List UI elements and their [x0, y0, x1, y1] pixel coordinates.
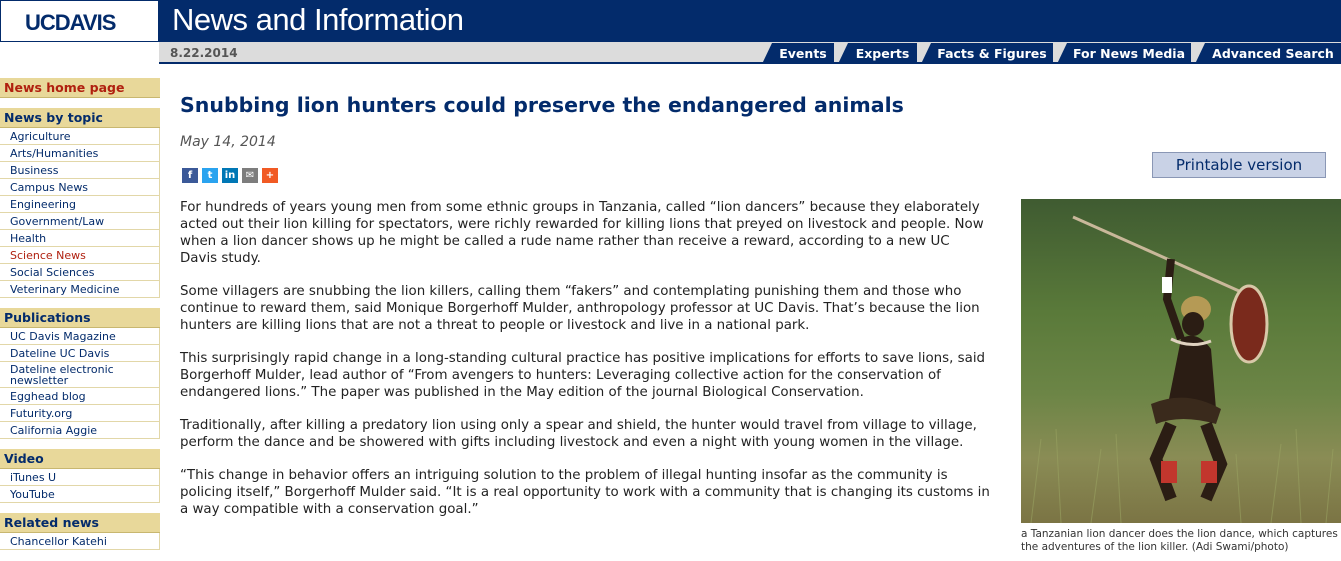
topic-business[interactable]: Business [0, 162, 160, 179]
photo-caption: a Tanzanian lion dancer does the lion da… [1021, 528, 1338, 553]
topic-veterinary-medicine[interactable]: Veterinary Medicine [0, 281, 160, 298]
email-icon[interactable]: ✉ [242, 168, 258, 183]
video-itunes-u[interactable]: iTunes U [0, 469, 160, 486]
current-date: 8.22.2014 [170, 46, 238, 60]
topic-agriculture[interactable]: Agriculture [0, 128, 160, 145]
printable-version-button[interactable]: Printable version [1152, 152, 1326, 178]
video-youtube[interactable]: YouTube [0, 486, 160, 503]
article-date: May 14, 2014 [180, 134, 276, 150]
lion-dancer-photo [1021, 199, 1341, 523]
nav-advanced-search[interactable]: Advanced Search [1195, 43, 1341, 64]
pub-dateline-newsletter[interactable]: Dateline electronic newsletter [0, 362, 160, 388]
article-paragraph: “This change in behavior offers an intri… [180, 468, 990, 517]
article-body: For hundreds of years young men from som… [180, 199, 990, 534]
nav-experts[interactable]: Experts [838, 43, 917, 64]
logo-davis: DAVIS [54, 10, 117, 35]
nav-for-news-media[interactable]: For News Media [1057, 43, 1191, 64]
pub-egghead-blog[interactable]: Egghead blog [0, 388, 160, 405]
topic-arts-humanities[interactable]: Arts/Humanities [0, 145, 160, 162]
facebook-icon[interactable]: f [182, 168, 198, 183]
related-chancellor-katehi[interactable]: Chancellor Katehi [0, 533, 160, 550]
site-header: UCDAVIS News and Information [0, 0, 1341, 42]
news-home-link[interactable]: News home page [0, 78, 160, 98]
ucdavis-logo[interactable]: UCDAVIS [0, 0, 159, 42]
linkedin-icon[interactable]: in [222, 168, 238, 183]
twitter-icon[interactable]: t [202, 168, 218, 183]
site-title[interactable]: News and Information [172, 2, 464, 38]
article-paragraph: For hundreds of years young men from som… [180, 200, 984, 266]
topic-social-sciences[interactable]: Social Sciences [0, 264, 160, 281]
topic-campus-news[interactable]: Campus News [0, 179, 160, 196]
topic-science-news[interactable]: Science News [0, 247, 160, 264]
related-heading: Related news [0, 513, 160, 533]
video-heading: Video [0, 449, 160, 469]
article-paragraph: This surprisingly rapid change in a long… [180, 351, 986, 400]
pub-california-aggie[interactable]: California Aggie [0, 422, 160, 439]
topics-heading: News by topic [0, 108, 160, 128]
photo-illustration [1030, 215, 1334, 523]
article-paragraph: Traditionally, after killing a predatory… [180, 418, 977, 450]
logo-uc: UC [25, 10, 56, 35]
topic-government-law[interactable]: Government/Law [0, 213, 160, 230]
nav-facts-figures[interactable]: Facts & Figures [921, 43, 1053, 64]
article-paragraph: Some villagers are snubbing the lion kil… [180, 284, 980, 333]
topic-health[interactable]: Health [0, 230, 160, 247]
pub-dateline[interactable]: Dateline UC Davis [0, 345, 160, 362]
plus-icon[interactable]: + [262, 168, 278, 183]
pub-futurity[interactable]: Futurity.org [0, 405, 160, 422]
nav-events[interactable]: Events [762, 43, 834, 64]
publications-heading: Publications [0, 308, 160, 328]
article-title: Snubbing lion hunters could preserve the… [180, 93, 904, 117]
left-sidebar: News home page News by topic Agriculture… [0, 78, 160, 550]
share-toolbar: f t in ✉ + [182, 168, 278, 183]
pub-ucdavis-magazine[interactable]: UC Davis Magazine [0, 328, 160, 345]
topic-engineering[interactable]: Engineering [0, 196, 160, 213]
